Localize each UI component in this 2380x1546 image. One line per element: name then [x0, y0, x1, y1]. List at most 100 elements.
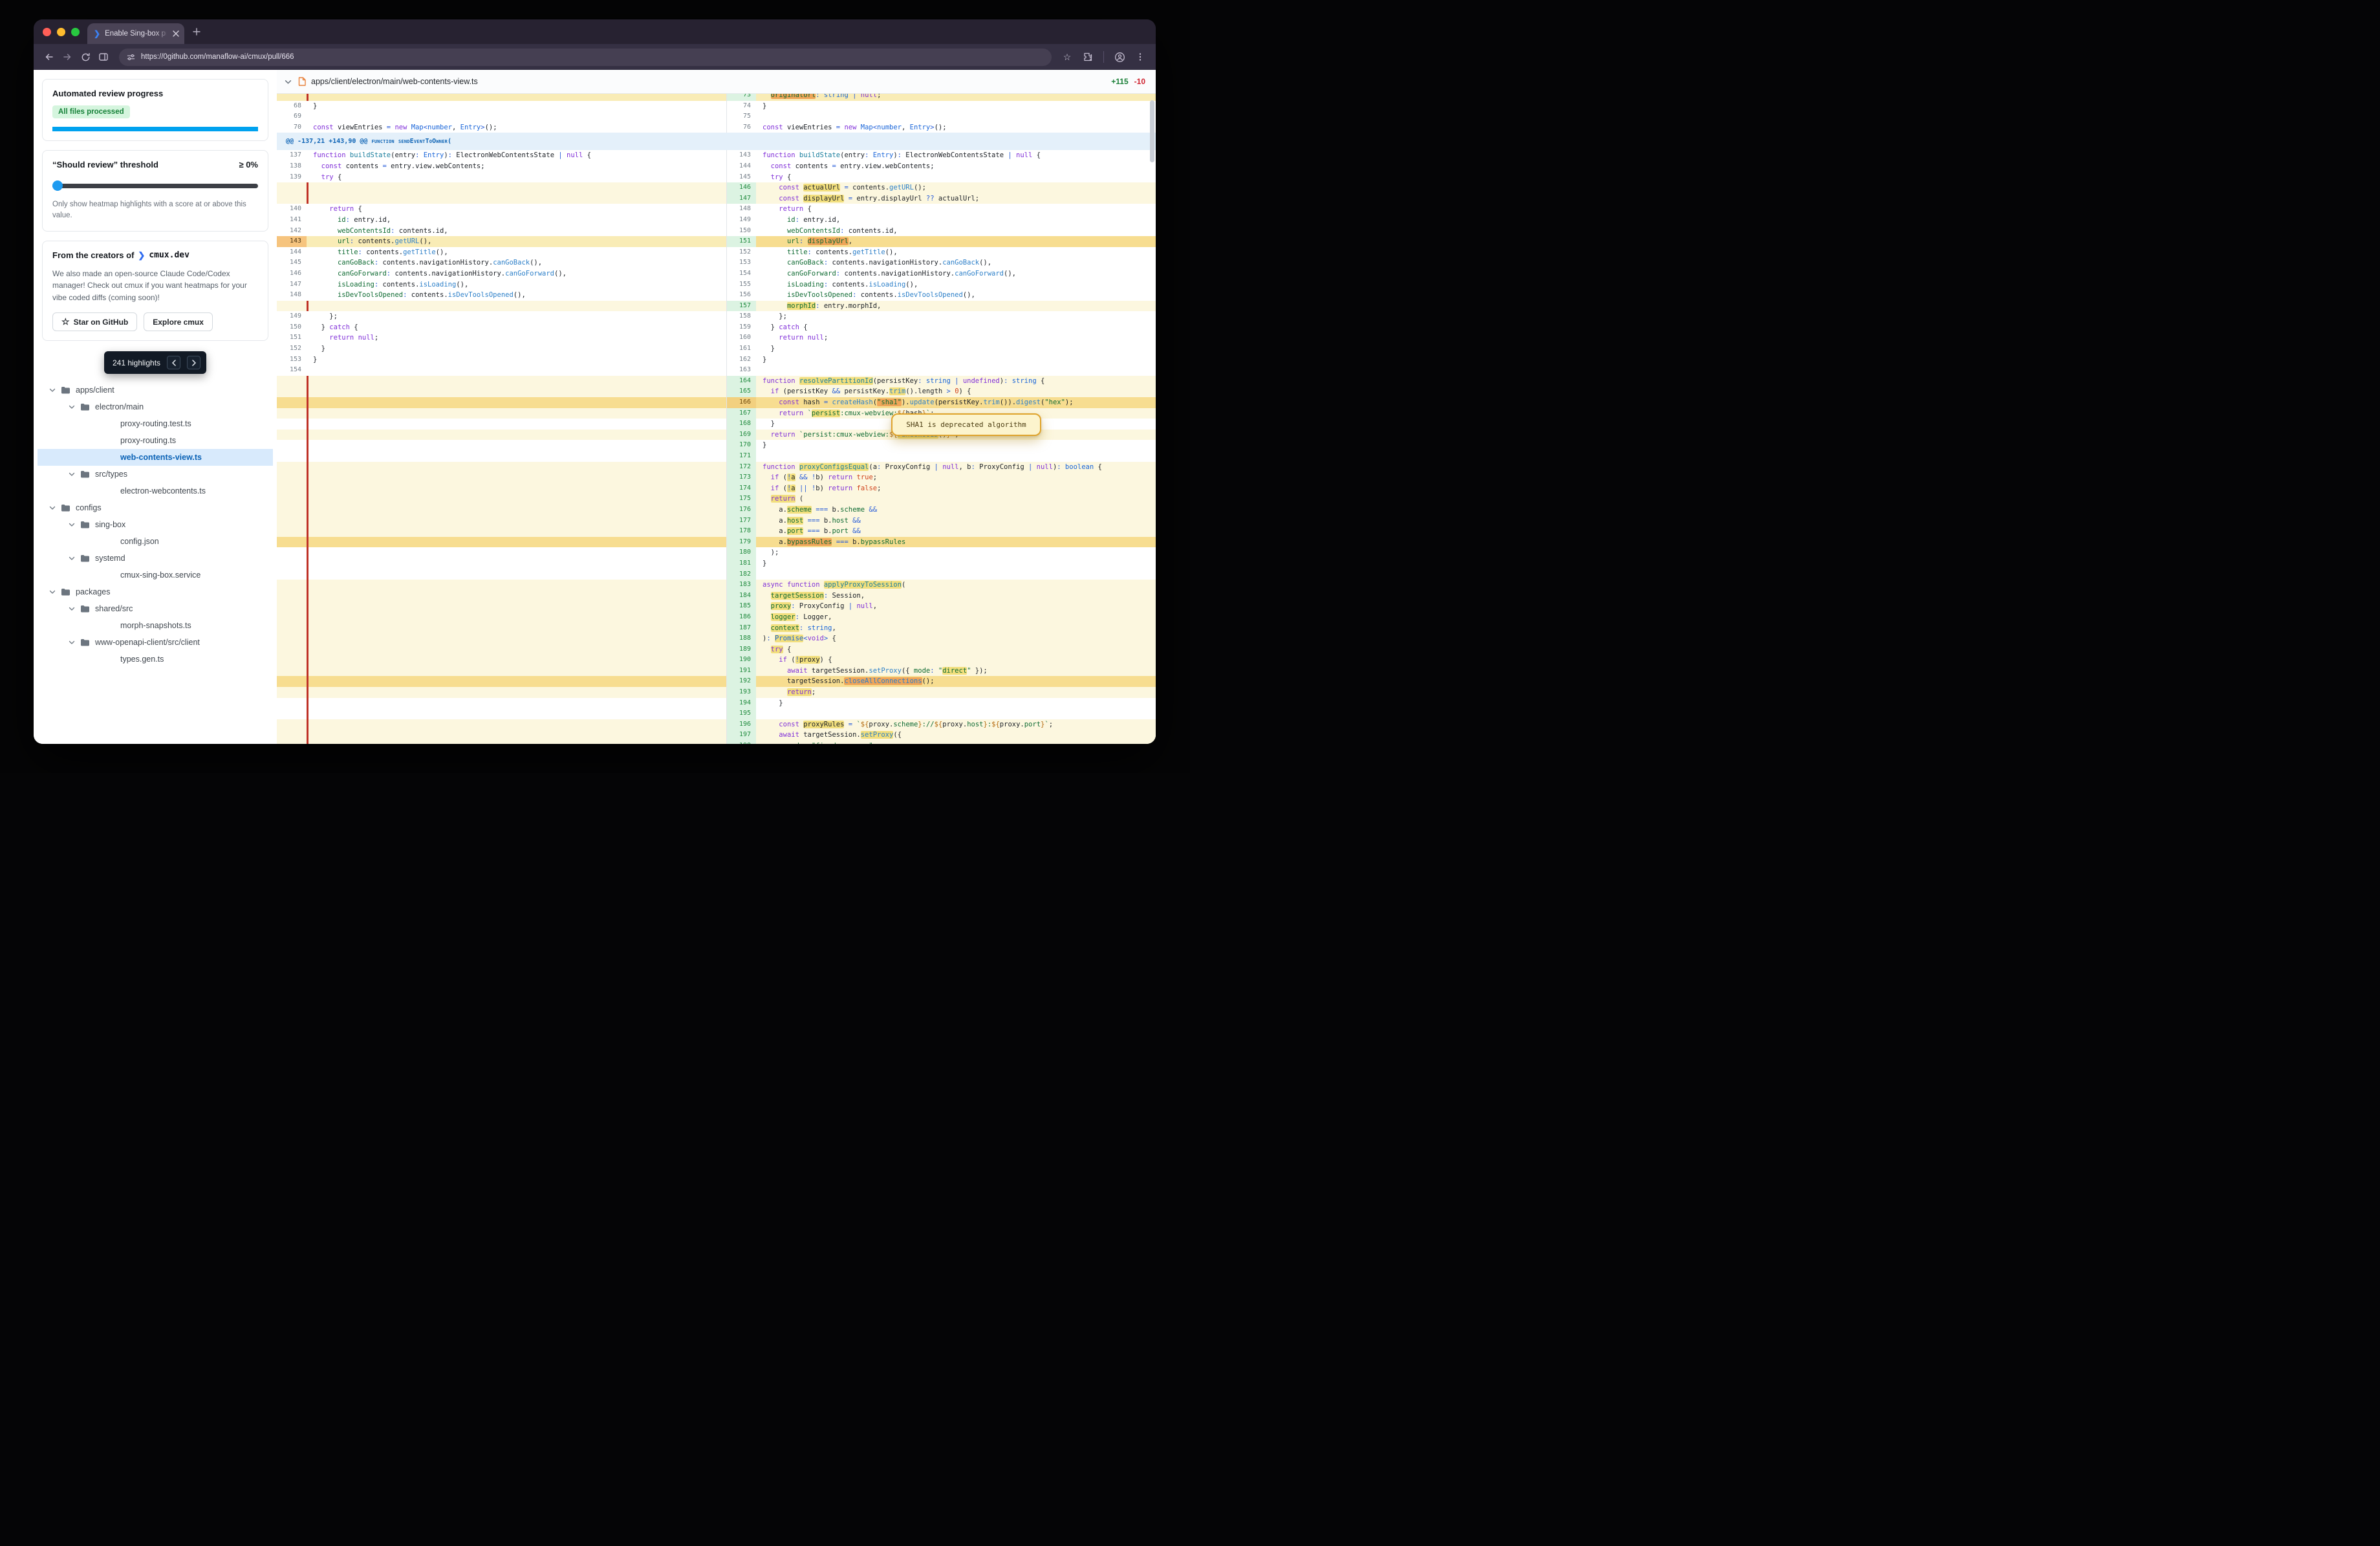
- old-code-cell: function buildState(entry: Entry): Elect…: [307, 150, 726, 161]
- tree-file[interactable]: cmux-sing-box.service: [38, 567, 273, 583]
- explore-cmux-button[interactable]: Explore cmux: [144, 312, 213, 331]
- collapse-chevron-icon[interactable]: [285, 78, 292, 85]
- scrollbar-thumb[interactable]: [1150, 100, 1154, 162]
- old-line-number: [277, 462, 307, 473]
- tree-folder[interactable]: sing-box: [38, 516, 273, 533]
- new-code-cell: isDevToolsOpened: contents.isDevToolsOpe…: [756, 290, 1156, 301]
- code-token: viewEntries: [338, 124, 387, 131]
- new-line-number: 195: [726, 708, 756, 719]
- site-settings-icon[interactable]: [127, 53, 135, 61]
- side-panel-icon[interactable]: [94, 48, 113, 66]
- diff-file-header: apps/client/electron/main/web-contents-v…: [277, 70, 1156, 94]
- old-line-number: [277, 547, 307, 558]
- chevron-down-icon[interactable]: [69, 555, 75, 561]
- file-icon: [298, 77, 306, 86]
- code-token: return: [779, 205, 803, 213]
- old-code-cell: [307, 547, 726, 558]
- tree-file[interactable]: types.gen.ts: [38, 651, 273, 668]
- diff-row: 144 title: contents.getTitle(),152 title…: [277, 247, 1156, 258]
- cmux-brand-link[interactable]: cmux.dev: [149, 250, 189, 260]
- reload-button[interactable]: [76, 48, 94, 66]
- profile-avatar[interactable]: [1110, 48, 1129, 66]
- chevron-down-icon[interactable]: [69, 605, 75, 612]
- code-token: [763, 227, 787, 235]
- tree-folder[interactable]: shared/src: [38, 600, 273, 617]
- code-token: contents.: [812, 248, 852, 256]
- code-token: null: [856, 602, 872, 610]
- code-token: new: [395, 124, 411, 131]
- code-token: [313, 270, 338, 278]
- chevron-down-icon[interactable]: [49, 505, 56, 511]
- new-line-number: 144: [726, 161, 756, 172]
- extensions-icon[interactable]: [1079, 48, 1097, 66]
- close-window-button[interactable]: [43, 28, 51, 36]
- threshold-slider[interactable]: [52, 180, 258, 191]
- chevron-down-icon[interactable]: [69, 404, 75, 410]
- tree-item-label: apps/client: [76, 386, 114, 395]
- menu-kebab-icon[interactable]: [1131, 48, 1149, 66]
- code-token: {: [1037, 377, 1045, 385]
- code-token: ;: [877, 94, 881, 99]
- code-token: contents.: [407, 291, 448, 299]
- folder-icon: [61, 386, 70, 394]
- tree-file[interactable]: proxy-routing.ts: [38, 432, 273, 449]
- old-code-cell: [307, 111, 726, 122]
- tree-folder[interactable]: apps/client: [38, 382, 273, 398]
- code-token: [763, 237, 787, 245]
- old-code-cell: [307, 397, 726, 408]
- chevron-down-icon[interactable]: [69, 639, 75, 646]
- code-token: await: [779, 731, 799, 739]
- old-line-number: 152: [277, 343, 307, 354]
- chevron-down-icon[interactable]: [69, 471, 75, 477]
- code-token: getTitle: [852, 248, 885, 256]
- new-tab-button[interactable]: [192, 27, 201, 36]
- browser-tab[interactable]: ❯ Enable Sing-box proxy f: [87, 23, 184, 44]
- code-token: Entry: [424, 151, 444, 159]
- tree-file[interactable]: web-contents-view.ts: [38, 449, 273, 466]
- star-on-github-button[interactable]: ☆Star on GitHub: [52, 312, 137, 331]
- tab-close-icon[interactable]: [173, 30, 179, 37]
- code-token: port: [1024, 721, 1041, 728]
- tree-folder[interactable]: configs: [38, 499, 273, 516]
- new-code-cell: }: [756, 558, 1156, 569]
- code-token: [763, 431, 771, 439]
- tree-file[interactable]: config.json: [38, 533, 273, 550]
- forward-button[interactable]: [58, 48, 76, 66]
- next-highlight-button[interactable]: [187, 356, 200, 369]
- new-code-cell: [756, 708, 1156, 719]
- slider-knob[interactable]: [52, 180, 63, 191]
- chevron-down-icon[interactable]: [49, 589, 56, 595]
- old-code-cell: [307, 708, 726, 719]
- back-button[interactable]: [40, 48, 58, 66]
- code-token: a.: [763, 527, 787, 535]
- code-token: , b: [959, 463, 971, 471]
- diff-row: 198 mode: "fixed_servers",: [277, 741, 1156, 744]
- tree-folder[interactable]: src/types: [38, 466, 273, 483]
- old-line-number: [277, 708, 307, 719]
- maximize-window-button[interactable]: [71, 28, 80, 36]
- code-token: [763, 302, 787, 310]
- minimize-window-button[interactable]: [57, 28, 65, 36]
- old-line-number: 141: [277, 215, 307, 226]
- prev-highlight-button[interactable]: [167, 356, 180, 369]
- slider-track[interactable]: [52, 184, 258, 188]
- new-line-number: 75: [726, 111, 756, 122]
- code-token: ;: [1049, 721, 1053, 728]
- tree-folder[interactable]: electron/main: [38, 398, 273, 415]
- code-token: webContentsId: [787, 227, 840, 235]
- tree-file[interactable]: morph-snapshots.ts: [38, 617, 273, 634]
- bookmark-star-icon[interactable]: ☆: [1058, 48, 1076, 66]
- code-token: contents.: [849, 184, 889, 191]
- url-bar[interactable]: https://0github.com/manaflow-ai/cmux/pul…: [119, 49, 1052, 66]
- code-token: viewEntries: [787, 124, 836, 131]
- threshold-card: “Should review” threshold ≥ 0% Only show…: [42, 150, 268, 232]
- tree-folder[interactable]: www-openapi-client/src/client: [38, 634, 273, 651]
- new-code-cell: }: [756, 698, 1156, 709]
- chevron-down-icon[interactable]: [49, 387, 56, 393]
- tree-file[interactable]: electron-webcontents.ts: [38, 483, 273, 499]
- chevron-down-icon[interactable]: [69, 521, 75, 528]
- tree-file[interactable]: proxy-routing.test.ts: [38, 415, 273, 432]
- tree-folder[interactable]: packages: [38, 583, 273, 600]
- tree-folder[interactable]: systemd: [38, 550, 273, 567]
- code-token: proxy.: [1000, 721, 1024, 728]
